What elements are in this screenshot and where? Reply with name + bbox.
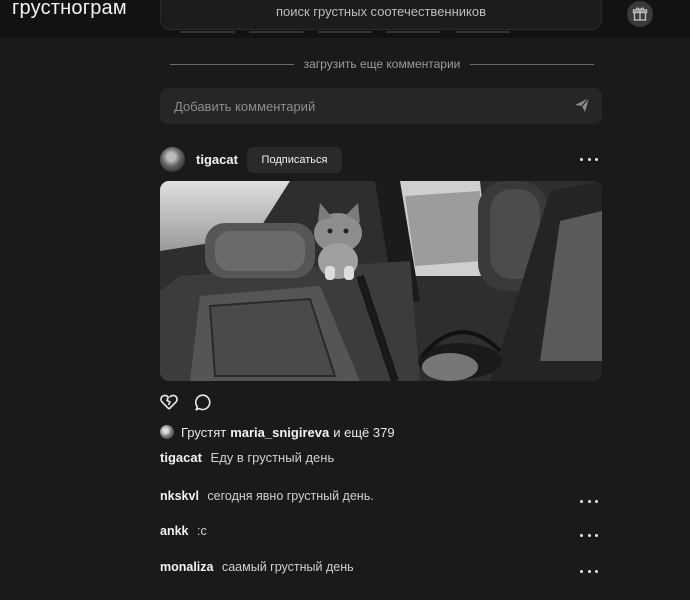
comment-item: ankk :с	[160, 524, 602, 538]
liker-avatar[interactable]	[160, 425, 174, 439]
caption-username[interactable]: tigacat	[160, 450, 202, 465]
comment-item: nkskvl сегодня явно грустный день.	[160, 489, 602, 503]
comment-item: monaliza саамый грустный день	[160, 560, 602, 574]
comment-username[interactable]: ankk	[160, 524, 189, 538]
truncated-comment-text	[180, 31, 510, 34]
comment-text: :с	[196, 524, 207, 538]
likes-summary: Грустят maria_snigireva и ещё 379	[160, 424, 395, 440]
post-header: tigacat Подписаться	[160, 147, 602, 173]
add-comment-box	[160, 88, 602, 124]
follow-button[interactable]: Подписаться	[247, 147, 342, 173]
post-caption: tigacat Еду в грустный день	[160, 450, 334, 465]
broken-heart-icon[interactable]	[160, 393, 178, 411]
photo-cat-in-car-icon	[160, 181, 602, 381]
search-placeholder: поиск грустных соотечественников	[275, 3, 487, 19]
liker-username[interactable]: maria_snigireva	[230, 425, 329, 440]
send-icon[interactable]	[574, 97, 590, 113]
gift-icon	[632, 7, 648, 21]
load-more-comments[interactable]: загрузить еще комментарии	[170, 56, 594, 72]
likes-count[interactable]: и ещё 379	[333, 425, 394, 440]
post-actions	[160, 393, 220, 413]
gift-button[interactable]	[627, 1, 653, 27]
app-logo[interactable]: грустнограм	[12, 0, 127, 20]
comment-more-icon[interactable]	[580, 566, 598, 576]
post-photo[interactable]	[160, 181, 602, 381]
comment-icon[interactable]	[195, 394, 212, 411]
comment-text: сегодня явно грустный день.	[207, 489, 374, 503]
divider-line	[170, 63, 294, 65]
avatar[interactable]	[160, 147, 185, 172]
more-options-icon[interactable]	[580, 154, 598, 164]
caption-text: Еду в грустный день	[210, 450, 335, 465]
comment-username[interactable]: monaliza	[160, 560, 214, 574]
load-more-label[interactable]: загрузить еще комментарии	[304, 57, 461, 71]
divider-line	[470, 63, 594, 65]
post-author[interactable]: tigacat	[196, 152, 238, 167]
comment-more-icon[interactable]	[580, 496, 598, 506]
comment-username[interactable]: nkskvl	[160, 489, 199, 503]
likes-prefix: Грустят	[181, 424, 227, 440]
comment-more-icon[interactable]	[580, 530, 598, 540]
search-field[interactable]: поиск грустных соотечественников	[160, 0, 602, 30]
add-comment-input[interactable]	[160, 88, 560, 124]
comment-text: саамый грустный день	[221, 560, 354, 574]
